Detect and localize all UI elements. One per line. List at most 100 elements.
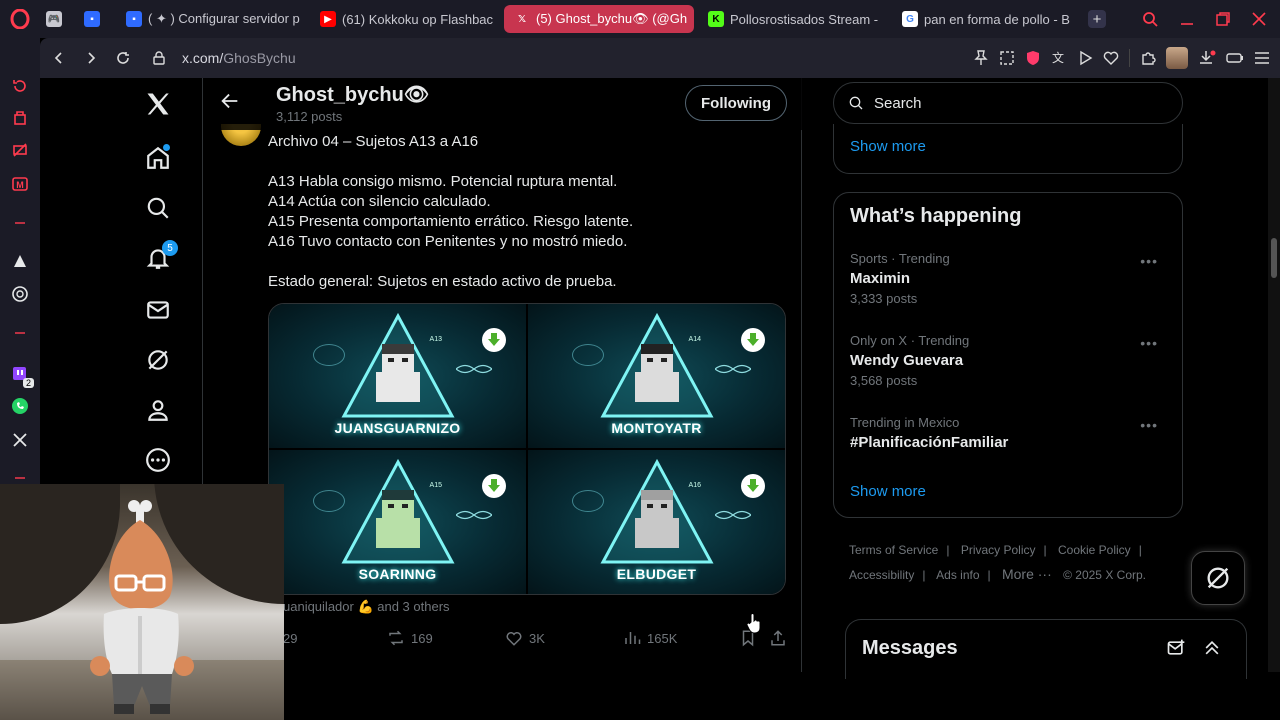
search-placeholder: Search <box>874 94 922 112</box>
subject-name: SOARINNG <box>358 566 437 582</box>
cube-icon[interactable] <box>10 108 30 128</box>
main-timeline-column: Ghost_bychu👁 3,112 posts Following Archi… <box>202 78 803 720</box>
profile-person-icon[interactable] <box>138 390 178 430</box>
views-button[interactable]: 165K <box>623 629 677 647</box>
gamepad-icon: 🎮 <box>46 11 62 27</box>
search-icon[interactable] <box>1142 11 1158 27</box>
download-arrow-icon <box>482 474 506 498</box>
browser-tab-6[interactable]: Gpan en forma de pollo - B <box>892 5 1082 33</box>
like-button[interactable]: 3K <box>505 629 545 647</box>
minecraft-skin-image <box>634 490 679 548</box>
following-button[interactable]: Following <box>685 85 787 121</box>
copyright-text: © 2025 X Corp. <box>1063 568 1146 582</box>
download-icon[interactable] <box>1198 50 1216 66</box>
terms-link[interactable]: Terms of Service <box>849 543 938 557</box>
home-icon[interactable] <box>138 138 178 178</box>
browser-tab-1[interactable]: ▪ <box>78 5 112 33</box>
reload-button[interactable] <box>110 45 136 71</box>
browser-tab-2[interactable]: ▪ ( ✦ ) Configurar servidor p <box>116 5 306 33</box>
browser-tab-3[interactable]: ▶ (61) Kokkoku op Flashbac <box>310 5 500 33</box>
menu-icon[interactable] <box>1254 51 1270 65</box>
profile-avatar[interactable] <box>1166 47 1188 69</box>
more-options-icon[interactable]: ••• <box>1140 417 1158 433</box>
whats-happening-title: What’s happening <box>850 205 1022 227</box>
twitch-icon[interactable]: 2 <box>10 364 34 388</box>
expand-chevron-icon[interactable] <box>1202 638 1222 658</box>
lock-icon[interactable] <box>146 45 172 71</box>
search-input[interactable]: Search <box>833 82 1183 124</box>
extensions-icon[interactable] <box>1140 50 1156 66</box>
translate-icon[interactable]: 文 <box>1051 50 1067 66</box>
page-scrollbar[interactable] <box>1268 78 1280 672</box>
explore-search-icon[interactable] <box>138 188 178 228</box>
accessibility-link[interactable]: Accessibility <box>849 568 914 582</box>
tweet-line-a13: A13 Habla consigo mismo. Potencial ruptu… <box>268 173 618 190</box>
browser-tab-0[interactable]: 🎮 <box>40 5 74 33</box>
restore-icon[interactable] <box>1216 12 1230 26</box>
repost-button[interactable]: 169 <box>387 629 433 647</box>
new-tab-button[interactable]: + <box>1082 5 1112 33</box>
url-field[interactable]: x.com/GhosBychu <box>182 50 296 66</box>
search-icon <box>849 96 863 110</box>
x-icon[interactable] <box>10 430 30 450</box>
url-path: GhosBychu <box>223 50 296 66</box>
tweet-actions: 29 169 3K 165K <box>283 626 793 650</box>
liked-by-text[interactable]: uaniquilador 💪 and 3 others <box>283 599 450 615</box>
media-image-1[interactable]: A14 MONTOYATR <box>528 304 785 448</box>
more-options-icon[interactable]: ••• <box>1140 335 1158 351</box>
more-options-icon[interactable]: ••• <box>1140 253 1158 269</box>
media-image-3[interactable]: A16 ELBUDGET <box>528 450 785 594</box>
browser-tab-5[interactable]: K Pollosrostisados Stream - <box>698 5 888 33</box>
x-logo-icon[interactable] <box>138 84 178 124</box>
messages-drawer[interactable]: Messages <box>845 619 1247 679</box>
share-button[interactable] <box>769 629 787 647</box>
heart-icon[interactable] <box>1103 50 1119 66</box>
trend-item-0[interactable]: Sports · Trending Maximin 3,333 posts ••• <box>850 251 1168 306</box>
mail-m-icon[interactable]: M <box>10 174 30 194</box>
snapshot-icon[interactable] <box>999 50 1015 66</box>
new-message-icon[interactable] <box>1166 638 1186 658</box>
notifications-bell-icon[interactable]: 5 <box>138 238 178 278</box>
tweet-media-grid[interactable]: A13 JUANSGUARNIZO A14 MONTOYATR A15 SOARINNG A… <box>268 303 786 595</box>
ads-info-link[interactable]: Ads info <box>936 568 979 582</box>
minecraft-skin-image <box>634 344 679 402</box>
download-arrow-icon <box>482 328 506 352</box>
more-link[interactable]: More ··· <box>1002 566 1052 582</box>
show-more-link-top[interactable]: Show more <box>850 138 926 155</box>
scrollbar-thumb[interactable] <box>1271 238 1277 278</box>
posts-count: 3,112 posts <box>276 109 343 124</box>
cookie-link[interactable]: Cookie Policy <box>1058 543 1131 557</box>
privacy-link[interactable]: Privacy Policy <box>961 543 1036 557</box>
chatgpt-icon[interactable] <box>10 284 30 304</box>
grok-icon[interactable] <box>138 340 178 380</box>
whatsapp-icon[interactable] <box>10 396 30 416</box>
tweet-line-title: Archivo 04 – Sujetos A13 a A16 <box>268 133 479 150</box>
pin-icon[interactable] <box>973 50 989 66</box>
aria-icon[interactable] <box>10 251 30 271</box>
shield-icon[interactable] <box>1025 50 1041 66</box>
minimize-icon[interactable] <box>1180 12 1194 26</box>
grok-icon <box>1207 567 1229 589</box>
tweet-line-a15: A15 Presenta comportamiento errático. Ri… <box>268 213 634 230</box>
dna-graphic <box>456 510 492 520</box>
share-icon <box>771 630 785 646</box>
opera-logo-icon[interactable] <box>0 0 40 38</box>
reply-button[interactable]: 29 <box>283 631 297 646</box>
media-image-2[interactable]: A15 SOARINNG <box>269 450 526 594</box>
battery-icon[interactable] <box>1226 51 1244 65</box>
trend-item-2[interactable]: Trending in Mexico #PlanificaciónFamiliar… <box>850 415 1168 451</box>
back-arrow-icon[interactable] <box>219 90 243 114</box>
more-circle-icon[interactable] <box>138 440 178 480</box>
media-image-0[interactable]: A13 JUANSGUARNIZO <box>269 304 526 448</box>
browser-tab-4[interactable]: 𝕏 (5) Ghost_bychu👁 (@Gh <box>504 5 694 33</box>
play-icon[interactable] <box>1077 50 1093 66</box>
grok-floating-button[interactable] <box>1191 551 1245 605</box>
trend-item-1[interactable]: Only on X · Trending Wendy Guevara 3,568 p… <box>850 333 1168 388</box>
show-more-link-bottom[interactable]: Show more <box>850 483 926 500</box>
no-video-icon[interactable] <box>10 140 30 160</box>
forward-button[interactable] <box>78 45 104 71</box>
history-icon[interactable] <box>10 76 30 96</box>
messages-mail-icon[interactable] <box>138 290 178 330</box>
back-button[interactable] <box>46 45 72 71</box>
close-icon[interactable] <box>1252 12 1266 26</box>
